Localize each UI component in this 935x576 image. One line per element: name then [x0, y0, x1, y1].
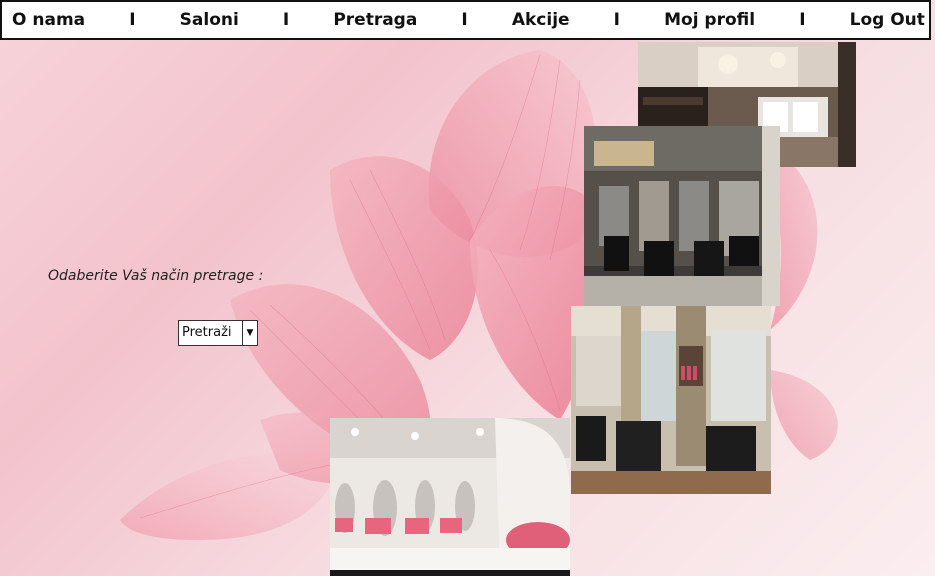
chevron-down-icon[interactable]: ▼ [242, 321, 257, 345]
nav-separator: I [461, 10, 468, 30]
search-prompt-label: Odaberite Vaš način pretrage : [48, 268, 264, 284]
nav-separator: I [129, 10, 136, 30]
nav-link-o-nama[interactable]: O nama [12, 10, 85, 30]
salon-photo-4 [330, 418, 570, 576]
nav-link-saloni[interactable]: Saloni [180, 10, 239, 30]
nav-link-akcije[interactable]: Akcije [512, 10, 570, 30]
search-select-value: Pretraži [182, 325, 232, 340]
top-navbar: O nama I Saloni I Pretraga I Akcije I Mo… [0, 0, 931, 40]
salon-photo-3 [571, 306, 771, 494]
nav-separator: I [613, 10, 620, 30]
nav-link-pretraga[interactable]: Pretraga [333, 10, 417, 30]
salon-photo-2 [584, 126, 780, 306]
page: O nama I Saloni I Pretraga I Akcije I Mo… [0, 0, 935, 576]
nav-separator: I [799, 10, 806, 30]
nav-link-moj-profil[interactable]: Moj profil [664, 10, 755, 30]
search-type-select[interactable]: Pretraži ▼ [178, 320, 258, 346]
nav-link-log-out[interactable]: Log Out [850, 10, 925, 30]
nav-separator: I [282, 10, 290, 30]
